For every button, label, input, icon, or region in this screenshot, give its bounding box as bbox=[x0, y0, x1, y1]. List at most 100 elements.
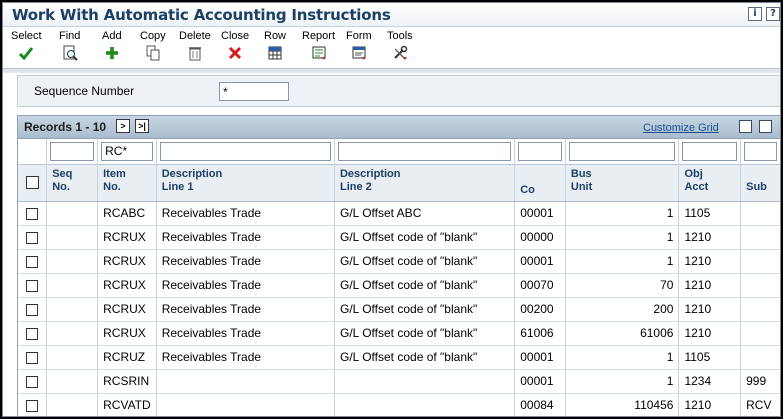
filter-co-input[interactable] bbox=[518, 141, 562, 161]
grid-body: RCABC Receivables Trade G/L Offset ABC 0000… bbox=[18, 201, 780, 416]
cell-co: 00001 bbox=[514, 345, 566, 370]
row-checkbox[interactable] bbox=[26, 375, 39, 388]
table-row[interactable]: RCRUX Receivables Trade G/L Offset code of… bbox=[18, 321, 780, 346]
col-bu-header[interactable]: Bus Unit bbox=[565, 164, 680, 202]
cell-sub bbox=[740, 321, 780, 346]
cell-item: RCRUX bbox=[97, 225, 157, 250]
select-all-checkbox[interactable] bbox=[25, 175, 39, 189]
cell-sub bbox=[740, 249, 780, 274]
cell-co: 00001 bbox=[514, 249, 566, 274]
maximize-grid-icon[interactable] bbox=[759, 120, 772, 133]
cell-item: RCRUX bbox=[97, 249, 157, 274]
grid-table: SeqNo. ItemNo. DescriptionLine 1 Descrip… bbox=[18, 139, 780, 416]
report-menu-button[interactable]: Report bbox=[302, 30, 335, 61]
filter-seq-input[interactable] bbox=[50, 141, 95, 161]
next-page-icon[interactable]: > bbox=[116, 119, 130, 133]
customize-grid-link[interactable]: Customize Grid bbox=[643, 122, 719, 134]
cell-desc1: Receivables Trade bbox=[156, 321, 335, 346]
cell-sub bbox=[740, 201, 780, 226]
copy-button[interactable]: Copy bbox=[140, 30, 166, 61]
row-select-cell bbox=[18, 393, 48, 416]
cell-bu: 1 bbox=[565, 201, 680, 226]
add-button[interactable]: Add bbox=[102, 30, 122, 61]
filter-obj-input[interactable] bbox=[682, 141, 738, 161]
cell-obj: 1210 bbox=[678, 273, 742, 298]
help-icon[interactable]: ? bbox=[766, 7, 780, 21]
filter-cell-select bbox=[18, 139, 48, 165]
row-select-cell bbox=[18, 345, 48, 370]
filter-desc2-input[interactable] bbox=[337, 141, 512, 161]
cell-co: 00200 bbox=[514, 297, 566, 322]
cell-item: RCRUX bbox=[97, 273, 157, 298]
row-checkbox[interactable] bbox=[26, 279, 39, 292]
select-button[interactable]: Select bbox=[11, 30, 42, 61]
sequence-number-input[interactable] bbox=[219, 82, 289, 101]
cell-desc1 bbox=[156, 393, 335, 416]
form-menu-button[interactable]: Form bbox=[346, 30, 372, 61]
cell-obj: 1105 bbox=[678, 345, 742, 370]
filter-desc1-input[interactable] bbox=[159, 141, 331, 161]
row-grid-icon bbox=[268, 46, 282, 60]
cell-desc2: G/L Offset code of "blank" bbox=[334, 249, 516, 274]
table-row[interactable]: RCRUZ Receivables Trade G/L Offset code of… bbox=[18, 345, 780, 370]
cell-desc2: G/L Offset ABC bbox=[334, 201, 516, 226]
table-row[interactable]: RCSRIN 00001 1 1234 999 bbox=[18, 369, 780, 394]
row-checkbox[interactable] bbox=[26, 255, 39, 268]
filter-item-input[interactable] bbox=[101, 141, 153, 161]
filter-bu-input[interactable] bbox=[568, 141, 676, 161]
table-row[interactable]: RCVATD 00084 110456 1210 RCV bbox=[18, 393, 780, 416]
form-label: Form bbox=[346, 30, 372, 42]
cell-desc1: Receivables Trade bbox=[156, 201, 335, 226]
toolbar: Select Find Add Copy Delete Close Row Re… bbox=[3, 28, 780, 68]
row-menu-button[interactable]: Row bbox=[264, 30, 286, 61]
column-header-row: Seq No. Item No. Description Line 1 Descrip… bbox=[18, 164, 780, 202]
cell-seq bbox=[46, 393, 99, 416]
cell-item: RCVATD bbox=[97, 393, 157, 416]
tools-label: Tools bbox=[387, 30, 413, 42]
cell-co: 00001 bbox=[514, 201, 566, 226]
cell-bu: 70 bbox=[565, 273, 680, 298]
row-checkbox[interactable] bbox=[26, 351, 39, 364]
tools-menu-button[interactable]: Tools bbox=[387, 30, 413, 61]
row-checkbox[interactable] bbox=[26, 207, 39, 220]
row-checkbox[interactable] bbox=[26, 399, 39, 412]
table-row[interactable]: RCABC Receivables Trade G/L Offset ABC 0000… bbox=[18, 201, 780, 226]
cell-bu: 1 bbox=[565, 225, 680, 250]
last-page-icon[interactable]: >| bbox=[135, 119, 149, 133]
grid-header-bar: Records 1 - 10 > >| Customize Grid bbox=[18, 116, 780, 139]
cell-desc1: Receivables Trade bbox=[156, 345, 335, 370]
col-desc2-header[interactable]: Description Line 2 bbox=[334, 164, 516, 202]
cell-co: 00001 bbox=[514, 369, 566, 394]
table-row[interactable]: RCRUX Receivables Trade G/L Offset code of… bbox=[18, 273, 780, 298]
export-icon[interactable] bbox=[739, 120, 752, 133]
col-obj-header[interactable]: Obj Acct bbox=[678, 164, 742, 202]
delete-button[interactable]: Delete bbox=[179, 30, 211, 61]
row-checkbox[interactable] bbox=[26, 303, 39, 316]
table-row[interactable]: RCRUX Receivables Trade G/L Offset code of… bbox=[18, 225, 780, 250]
cell-item: RCRUX bbox=[97, 321, 157, 346]
close-button[interactable]: Close bbox=[221, 30, 249, 61]
report-icon bbox=[312, 46, 326, 60]
cell-co: 00084 bbox=[514, 393, 566, 416]
row-checkbox[interactable] bbox=[26, 231, 39, 244]
info-icon[interactable]: i bbox=[748, 7, 762, 21]
col-item-header[interactable]: Item No. bbox=[97, 164, 157, 202]
cell-obj: 1210 bbox=[678, 249, 742, 274]
cell-sub bbox=[740, 345, 780, 370]
col-co-header[interactable]: Co bbox=[514, 164, 566, 202]
col-desc1-header[interactable]: Description Line 1 bbox=[156, 164, 335, 202]
filter-row bbox=[18, 139, 780, 165]
row-select-cell bbox=[18, 201, 48, 226]
row-checkbox[interactable] bbox=[26, 327, 39, 340]
find-button[interactable]: Find bbox=[59, 30, 80, 61]
cell-desc2 bbox=[334, 369, 516, 394]
window-title: Work With Automatic Accounting Instructi… bbox=[12, 6, 391, 24]
cell-seq bbox=[46, 345, 99, 370]
filter-sub-input[interactable] bbox=[744, 141, 777, 161]
table-row[interactable]: RCRUX Receivables Trade G/L Offset code of… bbox=[18, 297, 780, 322]
col-seq-header[interactable]: Seq No. bbox=[46, 164, 99, 202]
cell-sub bbox=[740, 225, 780, 250]
table-row[interactable]: RCRUX Receivables Trade G/L Offset code of… bbox=[18, 249, 780, 274]
title-bar: Work With Automatic Accounting Instructi… bbox=[3, 3, 780, 27]
col-sub-header[interactable]: Sub bbox=[740, 164, 780, 202]
